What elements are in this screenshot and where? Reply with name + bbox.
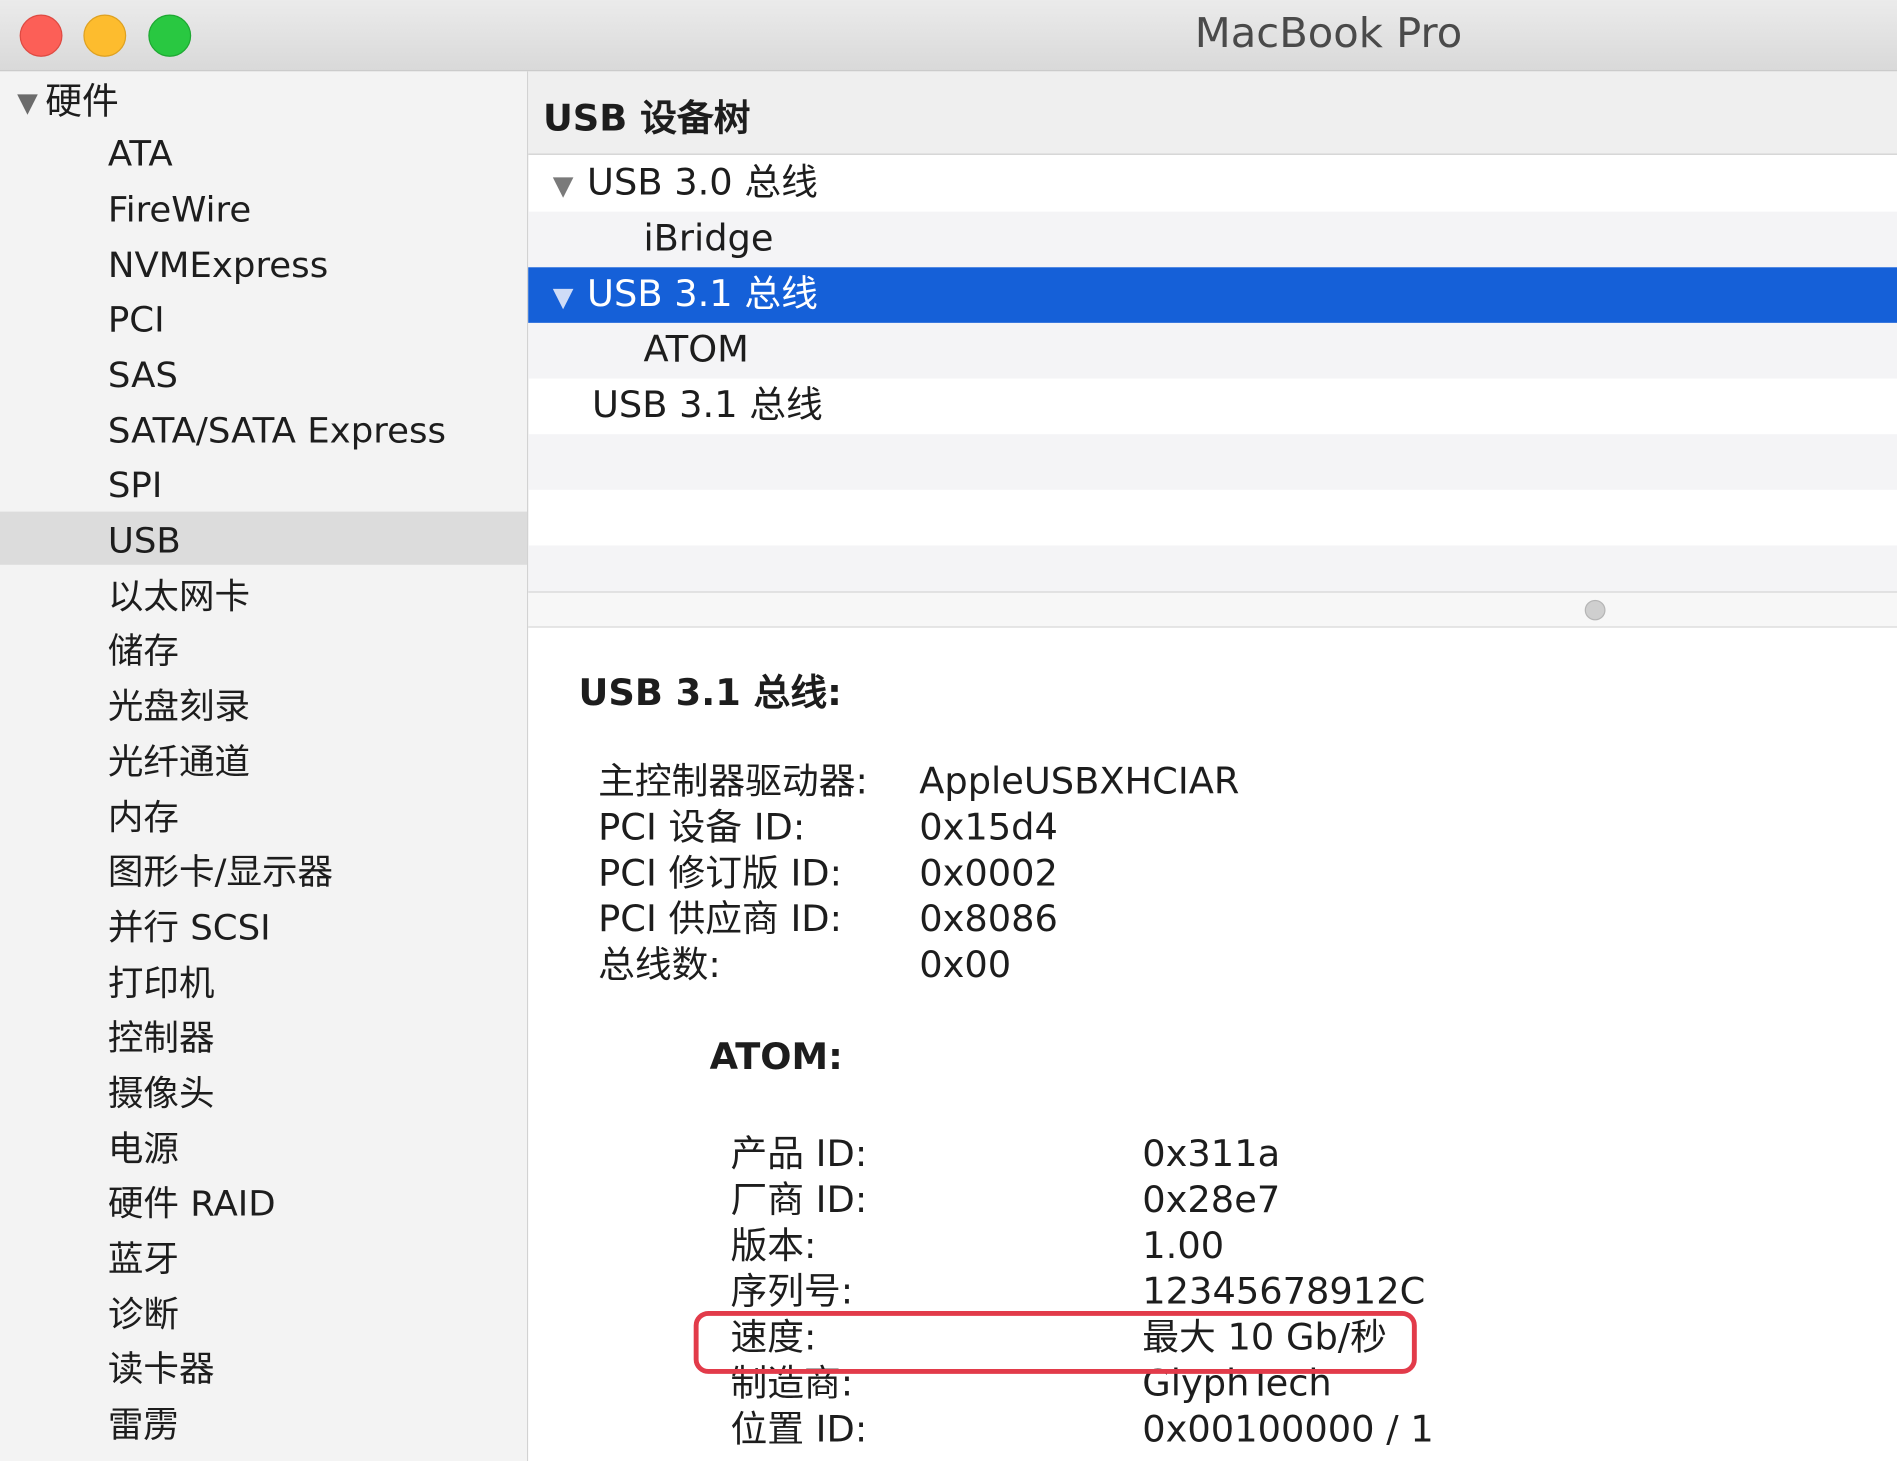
- prop-value: 0x00: [919, 944, 1012, 987]
- sidebar-item-camera[interactable]: 摄像头: [108, 1065, 215, 1121]
- prop-value: 0x28e7: [1142, 1179, 1281, 1222]
- title-bar: MacBook Pro: [0, 0, 1897, 72]
- prop-key: 厂商 ID:: [730, 1179, 868, 1222]
- sidebar-item-pci[interactable]: PCI: [108, 291, 165, 347]
- sidebar-item-parallel-scsi[interactable]: 并行 SCSI: [108, 900, 271, 956]
- sidebar: ▼ 硬件 ATA FireWire NVMExpress PCI SAS SATA…: [0, 71, 529, 1461]
- sidebar-item-storage[interactable]: 储存: [108, 623, 179, 679]
- pane-splitter[interactable]: [528, 591, 1897, 628]
- sidebar-item-sas[interactable]: SAS: [108, 347, 178, 403]
- tree-row-label: ATOM: [643, 328, 749, 372]
- speed-highlight-box: [693, 1310, 1417, 1374]
- sidebar-item-firewire[interactable]: FireWire: [108, 181, 251, 237]
- sidebar-item-diagnostics[interactable]: 诊断: [108, 1287, 179, 1343]
- prop-key: 版本:: [730, 1225, 817, 1268]
- prop-key: 产品 ID:: [730, 1133, 868, 1176]
- sidebar-item-hardware-raid[interactable]: 硬件 RAID: [108, 1176, 276, 1232]
- prop-key: 位置 ID:: [730, 1408, 868, 1452]
- sidebar-item-controller[interactable]: 控制器: [108, 1010, 215, 1066]
- disclosure-triangle-icon[interactable]: ▼: [17, 77, 38, 130]
- sidebar-item-printers[interactable]: 打印机: [108, 955, 215, 1011]
- sidebar-selection-highlight: [0, 511, 528, 565]
- tree-row-empty: [528, 490, 1897, 546]
- sidebar-item-thunderbolt[interactable]: 雷雳: [108, 1397, 179, 1453]
- prop-value: 0x8086: [919, 898, 1058, 941]
- detail-title: USB 3.1 总线:: [578, 672, 842, 715]
- prop-key: 总线数:: [598, 944, 721, 987]
- sidebar-group-hardware[interactable]: ▼ 硬件: [17, 76, 119, 129]
- sidebar-item-power[interactable]: 电源: [108, 1121, 179, 1177]
- tree-row-empty: [528, 434, 1897, 490]
- disclosure-triangle-icon[interactable]: ▼: [553, 271, 587, 327]
- prop-value: AppleUSBXHCIAR: [919, 760, 1240, 804]
- tree-row-atom[interactable]: ATOM: [528, 322, 1897, 379]
- sidebar-item-disc-burning[interactable]: 光盘刻录: [108, 678, 250, 734]
- prop-key: PCI 修订版 ID:: [598, 852, 843, 895]
- prop-value: 0x15d4: [919, 806, 1058, 849]
- sidebar-item-ethernet[interactable]: 以太网卡: [108, 568, 250, 624]
- usb-tree-header: USB 设备树: [528, 71, 1897, 155]
- prop-value: 1.00: [1142, 1225, 1225, 1268]
- tree-row-ibridge[interactable]: iBridge: [528, 211, 1897, 268]
- prop-key: 序列号:: [730, 1271, 854, 1314]
- sidebar-item-bluetooth[interactable]: 蓝牙: [108, 1231, 179, 1287]
- sidebar-item-spi[interactable]: SPI: [108, 457, 162, 513]
- tree-row-label: iBridge: [643, 217, 774, 261]
- window-title: MacBook Pro: [1194, 9, 1463, 59]
- usb-tree-header-label: USB 设备树: [542, 97, 751, 141]
- prop-value: 0x0002: [919, 852, 1058, 895]
- sidebar-item-graphics[interactable]: 图形卡/显示器: [108, 844, 333, 900]
- tree-row-label: USB 3.1 总线: [587, 273, 818, 316]
- tree-row-usb31-bus-selected[interactable]: ▼ USB 3.1 总线: [528, 267, 1897, 323]
- splitter-handle-icon[interactable]: [1584, 599, 1606, 621]
- tree-row-usb31-bus-2[interactable]: USB 3.1 总线: [528, 379, 1897, 435]
- sidebar-item-ata[interactable]: ATA: [108, 126, 173, 182]
- sidebar-item-sata[interactable]: SATA/SATA Express: [108, 403, 446, 459]
- tree-row-usb30-bus[interactable]: ▼ USB 3.0 总线: [528, 156, 1897, 212]
- usb-device-tree: ▼ USB 3.0 总线 iBridge ▼ USB 3.1 总线 ATOM USB…: [528, 156, 1897, 602]
- prop-key: PCI 供应商 ID:: [598, 898, 843, 941]
- prop-key: PCI 设备 ID:: [598, 806, 806, 849]
- prop-value: 0x311a: [1142, 1133, 1281, 1176]
- sidebar-item-memory[interactable]: 内存: [108, 790, 179, 846]
- disclosure-triangle-icon[interactable]: ▼: [553, 160, 587, 216]
- prop-value: 12345678912C: [1142, 1271, 1426, 1314]
- sidebar-item-nvmexpress[interactable]: NVMExpress: [108, 237, 328, 293]
- tree-row-label: USB 3.0 总线: [587, 162, 818, 205]
- sidebar-item-fibre-channel[interactable]: 光纤通道: [108, 734, 250, 790]
- sidebar-group-label: 硬件: [45, 81, 119, 124]
- prop-value: 0x00100000 / 1: [1142, 1408, 1434, 1452]
- tree-row-label: USB 3.1 总线: [591, 384, 823, 427]
- sidebar-item-usb[interactable]: USB: [108, 513, 181, 569]
- prop-key: 主控制器驱动器:: [598, 760, 868, 804]
- device-title: ATOM:: [709, 1036, 843, 1079]
- sidebar-item-card-reader[interactable]: 读卡器: [108, 1341, 215, 1397]
